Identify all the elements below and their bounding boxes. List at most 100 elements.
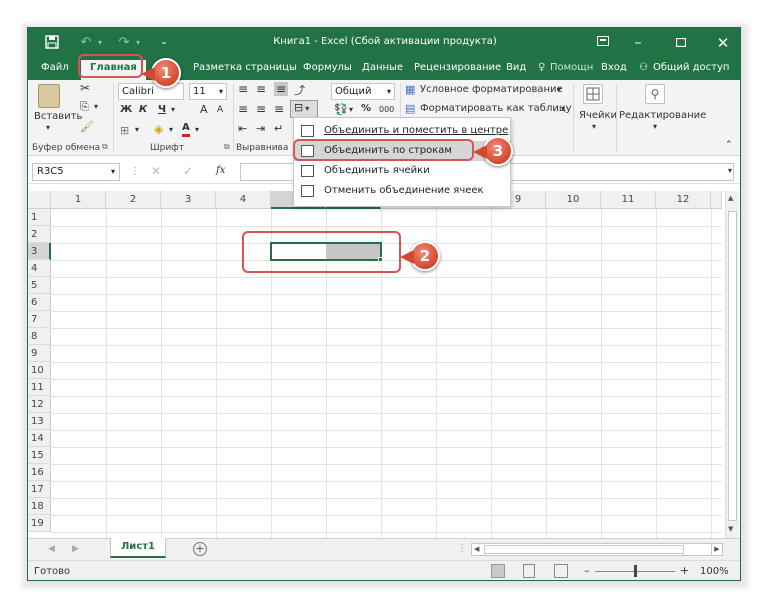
row-header[interactable]: 17 bbox=[28, 481, 51, 498]
zoom-in-button[interactable]: + bbox=[680, 564, 689, 577]
font-launcher-icon[interactable]: ⧉ bbox=[224, 142, 230, 152]
thousands-button[interactable]: 000 bbox=[379, 105, 394, 114]
paste-label[interactable]: Вставить bbox=[34, 111, 82, 122]
tab-formulas[interactable]: Формулы bbox=[303, 62, 352, 73]
conditional-format-icon[interactable]: ▦ bbox=[405, 83, 415, 96]
page-break-view-icon[interactable] bbox=[554, 564, 568, 578]
increase-indent-icon[interactable]: ⇥ bbox=[256, 122, 265, 135]
orientation-icon[interactable]: ⤴ bbox=[294, 82, 305, 98]
conditional-format-button[interactable]: Условное форматирование bbox=[420, 84, 563, 95]
column-header[interactable]: 4 bbox=[216, 191, 271, 209]
format-table-dropdown-icon[interactable]: ▾ bbox=[561, 104, 565, 113]
underline-button[interactable]: Ч bbox=[158, 104, 166, 115]
cut-icon[interactable]: ✂ bbox=[80, 81, 90, 95]
paste-dropdown-icon[interactable]: ▾ bbox=[46, 123, 50, 132]
ribbon-display-icon[interactable] bbox=[588, 32, 618, 54]
format-painter-icon[interactable]: 🖌 bbox=[80, 120, 94, 133]
menu-item-unmerge[interactable]: Отменить объединение ячеек bbox=[294, 181, 510, 201]
expand-formula-icon[interactable]: ▾ bbox=[728, 166, 732, 175]
copy-icon[interactable]: ⎘ bbox=[80, 100, 89, 114]
copy-dropdown-icon[interactable]: ▾ bbox=[94, 102, 98, 111]
next-sheet-icon[interactable]: ▶ bbox=[72, 544, 79, 554]
add-sheet-button[interactable]: + bbox=[193, 542, 207, 556]
row-header[interactable]: 12 bbox=[28, 396, 51, 413]
column-header[interactable]: 10 bbox=[546, 191, 601, 209]
row-header[interactable]: 4 bbox=[28, 260, 51, 277]
name-box[interactable]: R3C5 ▾ bbox=[32, 163, 120, 181]
italic-button[interactable]: К bbox=[139, 104, 147, 115]
fill-color-icon[interactable]: ◈ bbox=[154, 122, 163, 136]
enter-icon[interactable]: ✓ bbox=[183, 164, 193, 178]
borders-icon[interactable]: ⊞ bbox=[120, 124, 129, 137]
row-header[interactable]: 13 bbox=[28, 413, 51, 430]
cells-icon[interactable] bbox=[583, 84, 603, 104]
cancel-icon[interactable]: ✕ bbox=[151, 164, 161, 178]
row-header[interactable]: 19 bbox=[28, 515, 51, 532]
currency-dropdown-icon[interactable]: ▾ bbox=[349, 105, 353, 114]
tab-help[interactable]: Помощн bbox=[550, 62, 593, 73]
maximize-button[interactable] bbox=[666, 32, 696, 54]
scroll-right-icon[interactable]: ▶ bbox=[711, 543, 723, 556]
share-button[interactable]: Общий доступ bbox=[653, 62, 729, 73]
scroll-down-icon[interactable]: ▼ bbox=[728, 525, 733, 533]
cells-dropdown-icon[interactable]: ▾ bbox=[592, 122, 596, 131]
select-all-corner[interactable] bbox=[28, 191, 51, 209]
zoom-out-button[interactable]: – bbox=[584, 564, 590, 577]
format-table-icon[interactable]: ▤ bbox=[405, 102, 415, 115]
row-header[interactable]: 5 bbox=[28, 277, 51, 294]
align-middle-icon[interactable]: ≡ bbox=[256, 82, 266, 96]
number-format-select[interactable]: Общий ▾ bbox=[331, 83, 395, 100]
row-header[interactable]: 1 bbox=[28, 209, 51, 226]
tab-data[interactable]: Данные bbox=[362, 62, 403, 73]
align-right-icon[interactable]: ≡ bbox=[274, 102, 284, 116]
row-header[interactable]: 6 bbox=[28, 294, 51, 311]
close-button[interactable]: ✕ bbox=[708, 32, 738, 54]
grow-font-button[interactable]: A bbox=[200, 103, 208, 116]
scroll-left-icon[interactable]: ◀ bbox=[474, 544, 479, 555]
conditional-dropdown-icon[interactable]: ▾ bbox=[557, 85, 561, 94]
clipboard-launcher-icon[interactable]: ⧉ bbox=[102, 142, 108, 152]
align-left-icon[interactable]: ≡ bbox=[238, 102, 248, 116]
currency-icon[interactable]: 💱 bbox=[334, 103, 348, 116]
format-table-button[interactable]: Форматировать как таблицу bbox=[420, 103, 572, 114]
horizontal-scrollbar[interactable]: ◀ bbox=[471, 543, 715, 556]
row-header[interactable]: 16 bbox=[28, 464, 51, 481]
worksheet-grid[interactable]: 1 2 3 4 5 6 7 8 9 10 11 12 1 2 3 4 5 6 7… bbox=[28, 191, 722, 538]
menu-item-merge-cells[interactable]: Объединить ячейки bbox=[294, 161, 510, 181]
font-color-dropdown-icon[interactable]: ▾ bbox=[195, 125, 199, 134]
row-header[interactable]: 2 bbox=[28, 226, 51, 243]
row-header[interactable]: 15 bbox=[28, 447, 51, 464]
sheet-tab[interactable]: Лист1 bbox=[110, 538, 166, 558]
minimize-button[interactable]: – bbox=[623, 32, 653, 54]
zoom-slider-thumb[interactable] bbox=[634, 565, 637, 577]
column-header[interactable] bbox=[711, 191, 722, 209]
normal-view-icon[interactable] bbox=[491, 564, 505, 578]
paste-icon[interactable] bbox=[38, 84, 60, 108]
underline-dropdown-icon[interactable]: ▾ bbox=[171, 105, 175, 114]
font-size-select[interactable]: 11 ▾ bbox=[189, 83, 227, 100]
row-header[interactable]: 9 bbox=[28, 345, 51, 362]
row-header[interactable]: 18 bbox=[28, 498, 51, 515]
column-header[interactable]: 11 bbox=[601, 191, 656, 209]
row-header[interactable]: 14 bbox=[28, 430, 51, 447]
vertical-scrollbar[interactable]: ▲ ▼ bbox=[725, 191, 739, 538]
tab-page-layout[interactable]: Разметка страницы bbox=[193, 62, 297, 73]
decrease-indent-icon[interactable]: ⇤ bbox=[238, 122, 247, 135]
search-icon[interactable]: ⚲ bbox=[645, 84, 665, 104]
scroll-up-icon[interactable]: ▲ bbox=[728, 194, 733, 202]
tab-file[interactable]: Файл bbox=[41, 62, 69, 73]
row-header[interactable]: 10 bbox=[28, 362, 51, 379]
percent-button[interactable]: % bbox=[361, 103, 371, 114]
borders-dropdown-icon[interactable]: ▾ bbox=[135, 125, 139, 134]
menu-item-merge-center[interactable]: Объединить и поместить в центре bbox=[294, 121, 510, 141]
row-header[interactable]: 8 bbox=[28, 328, 51, 345]
align-center-icon[interactable]: ≡ bbox=[256, 102, 266, 116]
page-layout-view-icon[interactable] bbox=[523, 564, 535, 578]
editing-dropdown-icon[interactable]: ▾ bbox=[653, 122, 657, 131]
fill-dropdown-icon[interactable]: ▾ bbox=[169, 125, 173, 134]
column-header[interactable]: 1 bbox=[51, 191, 106, 209]
row-header[interactable]: 3 bbox=[28, 243, 51, 260]
column-header[interactable]: 2 bbox=[106, 191, 161, 209]
font-color-icon[interactable]: A bbox=[182, 122, 190, 137]
scroll-thumb[interactable] bbox=[484, 545, 684, 554]
